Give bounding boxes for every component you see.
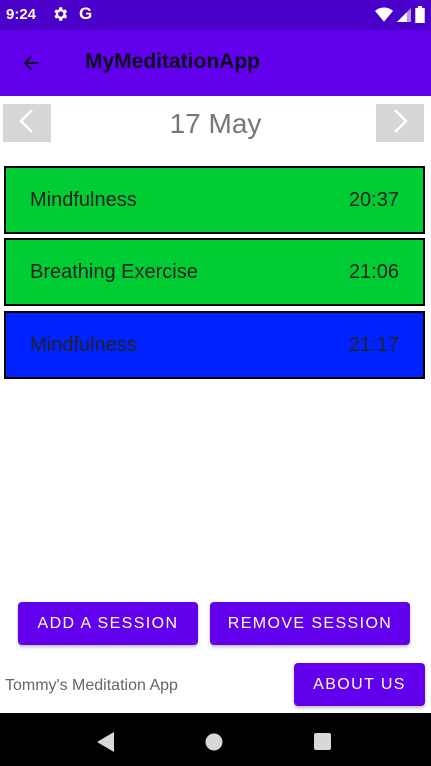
app-bar: MyMeditationApp [0, 30, 431, 96]
current-date: 17 May [169, 108, 262, 139]
session-name: Breathing Exercise [30, 260, 198, 283]
battery-icon [415, 6, 425, 28]
nav-home-icon[interactable] [205, 733, 223, 756]
session-item[interactable]: Mindfulness 20:37 [4, 166, 425, 234]
session-name: Mindfulness [30, 333, 137, 356]
session-item[interactable]: Mindfulness 21:17 [4, 311, 425, 379]
remove-session-button[interactable]: REMOVE SESSION [210, 602, 410, 645]
chevron-right-icon [390, 108, 410, 139]
nav-recents-icon[interactable] [314, 733, 331, 755]
status-bar: 9:24 G [0, 0, 431, 30]
footer-text: Tommy's Meditation App [5, 677, 178, 694]
status-time: 9:24 [6, 6, 37, 23]
system-nav-bar [0, 713, 431, 766]
google-icon: G [79, 4, 93, 23]
session-name: Mindfulness [30, 188, 137, 211]
add-session-button[interactable]: ADD A SESSION [18, 602, 198, 645]
session-item[interactable]: Breathing Exercise 21:06 [4, 238, 425, 306]
date-navigation: 17 May [0, 96, 431, 154]
arrow-back-icon[interactable] [20, 52, 42, 79]
session-time: 21:17 [348, 333, 399, 356]
signal-icon [397, 7, 411, 28]
nav-back-icon[interactable] [97, 732, 115, 757]
about-us-button[interactable]: ABOUT US [294, 663, 425, 706]
app-title: MyMeditationApp [85, 50, 260, 73]
wifi-icon [375, 7, 393, 28]
settings-icon [51, 5, 69, 28]
session-time: 20:37 [348, 188, 399, 211]
session-time: 21:06 [348, 260, 399, 283]
next-day-button[interactable] [376, 104, 424, 142]
status-icons [375, 6, 425, 28]
